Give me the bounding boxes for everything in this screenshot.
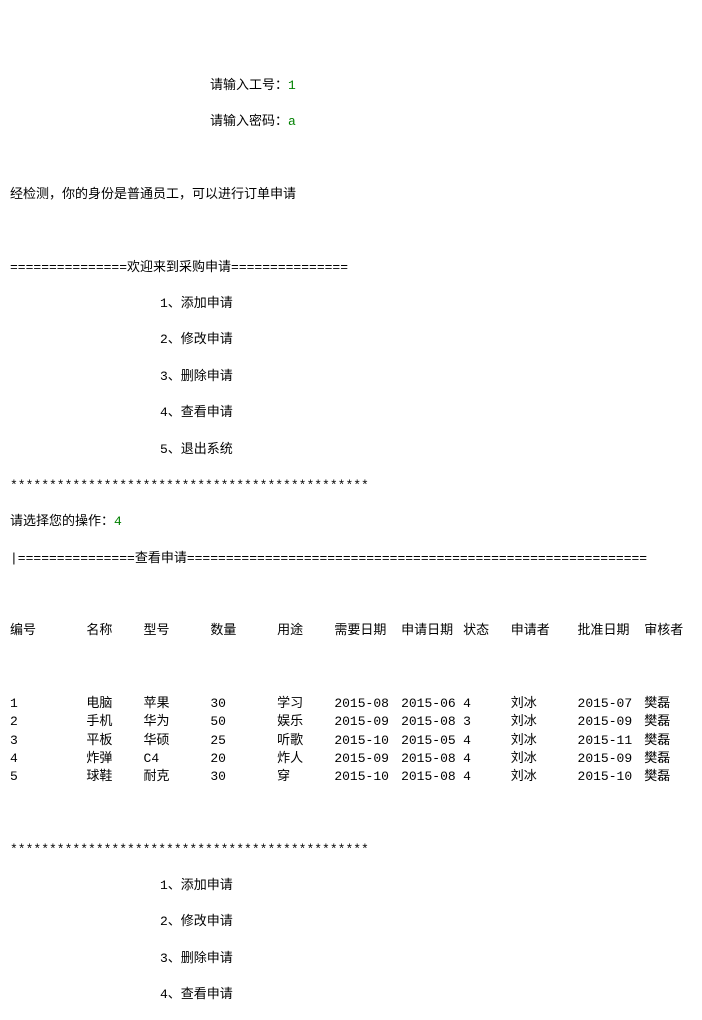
operation-prompt: 请选择您的操作：4 xyxy=(10,513,692,531)
view-banner: |===============查看申请====================… xyxy=(10,550,692,568)
cell-c9: 2015-10 xyxy=(578,768,645,786)
cell-c6: 2015-08 xyxy=(401,768,463,786)
cell-c8: 刘冰 xyxy=(511,713,578,731)
emp-id-prompt: 请输入工号：1 xyxy=(10,77,692,95)
col-apply-date: 申请日期 xyxy=(401,622,463,640)
cell-c10: 樊磊 xyxy=(644,768,692,786)
cell-c6: 2015-06 xyxy=(401,695,463,713)
cell-c10: 樊磊 xyxy=(644,695,692,713)
cell-c1: 炸弹 xyxy=(86,750,143,768)
cell-c3: 25 xyxy=(210,732,277,750)
cell-c3: 30 xyxy=(210,768,277,786)
col-need-date: 需要日期 xyxy=(334,622,401,640)
cell-c9: 2015-11 xyxy=(578,732,645,750)
cell-c4: 穿 xyxy=(277,768,334,786)
cell-c2: 耐克 xyxy=(144,768,211,786)
cell-c0: 1 xyxy=(10,695,86,713)
cell-c6: 2015-05 xyxy=(401,732,463,750)
col-status: 状态 xyxy=(463,622,511,640)
cell-c5: 2015-09 xyxy=(334,713,401,731)
col-name: 名称 xyxy=(86,622,143,640)
cell-c2: 苹果 xyxy=(144,695,211,713)
cell-c4: 炸人 xyxy=(277,750,334,768)
menu-item: 3、删除申请 xyxy=(10,368,692,386)
identity-message: 经检测，你的身份是普通员工，可以进行订单申请 xyxy=(10,186,692,204)
cell-c7: 4 xyxy=(463,732,511,750)
cell-c10: 樊磊 xyxy=(644,750,692,768)
cell-c1: 球鞋 xyxy=(86,768,143,786)
cell-c5: 2015-10 xyxy=(334,768,401,786)
op-label: 请选择您的操作： xyxy=(10,514,114,529)
menu-item: 3、删除申请 xyxy=(10,950,692,968)
cell-c10: 樊磊 xyxy=(644,713,692,731)
cell-c3: 30 xyxy=(210,695,277,713)
cell-c4: 娱乐 xyxy=(277,713,334,731)
cell-c2: 华硕 xyxy=(144,732,211,750)
cell-c8: 刘冰 xyxy=(511,750,578,768)
cell-c7: 3 xyxy=(463,713,511,731)
welcome-banner: ===============欢迎来到采购申请=============== xyxy=(10,259,692,277)
cell-c1: 电脑 xyxy=(86,695,143,713)
cell-c4: 学习 xyxy=(277,695,334,713)
menu-item: 1、添加申请 xyxy=(10,295,692,313)
col-model: 型号 xyxy=(144,622,211,640)
cell-c9: 2015-07 xyxy=(578,695,645,713)
table-row: 4炸弹C420炸人2015-092015-084刘冰2015-09樊磊 xyxy=(10,750,692,768)
menu-item: 2、修改申请 xyxy=(10,913,692,931)
table-row: 3平板华硕25听歌2015-102015-054刘冰2015-11樊磊 xyxy=(10,732,692,750)
cell-c8: 刘冰 xyxy=(511,732,578,750)
emp-id-value[interactable]: 1 xyxy=(288,78,296,93)
cell-c6: 2015-08 xyxy=(401,713,463,731)
op-value[interactable]: 4 xyxy=(114,514,122,529)
cell-c0: 4 xyxy=(10,750,86,768)
table-row: 5球鞋耐克30穿2015-102015-084刘冰2015-10樊磊 xyxy=(10,768,692,786)
col-use: 用途 xyxy=(277,622,334,640)
cell-c0: 5 xyxy=(10,768,86,786)
password-prompt: 请输入密码：a xyxy=(10,113,692,131)
cell-c0: 2 xyxy=(10,713,86,731)
password-label: 请输入密码： xyxy=(210,114,288,129)
cell-c5: 2015-08 xyxy=(334,695,401,713)
cell-c1: 平板 xyxy=(86,732,143,750)
cell-c6: 2015-08 xyxy=(401,750,463,768)
cell-c2: 华为 xyxy=(144,713,211,731)
menu-item: 4、查看申请 xyxy=(10,986,692,1004)
cell-c0: 3 xyxy=(10,732,86,750)
col-applicant: 申请者 xyxy=(511,622,578,640)
cell-c5: 2015-10 xyxy=(334,732,401,750)
cell-c7: 4 xyxy=(463,768,511,786)
table-row: 1电脑苹果30学习2015-082015-064刘冰2015-07樊磊 xyxy=(10,695,692,713)
divider-stars: ****************************************… xyxy=(10,841,692,859)
table-row: 2手机华为50娱乐2015-092015-083刘冰2015-09樊磊 xyxy=(10,713,692,731)
cell-c9: 2015-09 xyxy=(578,713,645,731)
menu-item: 1、添加申请 xyxy=(10,877,692,895)
col-reviewer: 审核者 xyxy=(644,622,692,640)
cell-c3: 50 xyxy=(210,713,277,731)
password-value[interactable]: a xyxy=(288,114,296,129)
col-approve-date: 批准日期 xyxy=(578,622,645,640)
cell-c3: 20 xyxy=(210,750,277,768)
cell-c2: C4 xyxy=(144,750,211,768)
cell-c7: 4 xyxy=(463,750,511,768)
divider-stars: ****************************************… xyxy=(10,477,692,495)
cell-c9: 2015-09 xyxy=(578,750,645,768)
col-qty: 数量 xyxy=(210,622,277,640)
cell-c10: 樊磊 xyxy=(644,732,692,750)
menu-item: 2、修改申请 xyxy=(10,331,692,349)
menu-item: 4、查看申请 xyxy=(10,404,692,422)
col-id: 编号 xyxy=(10,622,86,640)
table-header: 编号名称型号数量用途需要日期申请日期状态申请者批准日期审核者 xyxy=(10,622,692,640)
cell-c1: 手机 xyxy=(86,713,143,731)
cell-c5: 2015-09 xyxy=(334,750,401,768)
menu-item: 5、退出系统 xyxy=(10,441,692,459)
cell-c4: 听歌 xyxy=(277,732,334,750)
cell-c8: 刘冰 xyxy=(511,768,578,786)
cell-c8: 刘冰 xyxy=(511,695,578,713)
emp-id-label: 请输入工号： xyxy=(210,78,288,93)
cell-c7: 4 xyxy=(463,695,511,713)
